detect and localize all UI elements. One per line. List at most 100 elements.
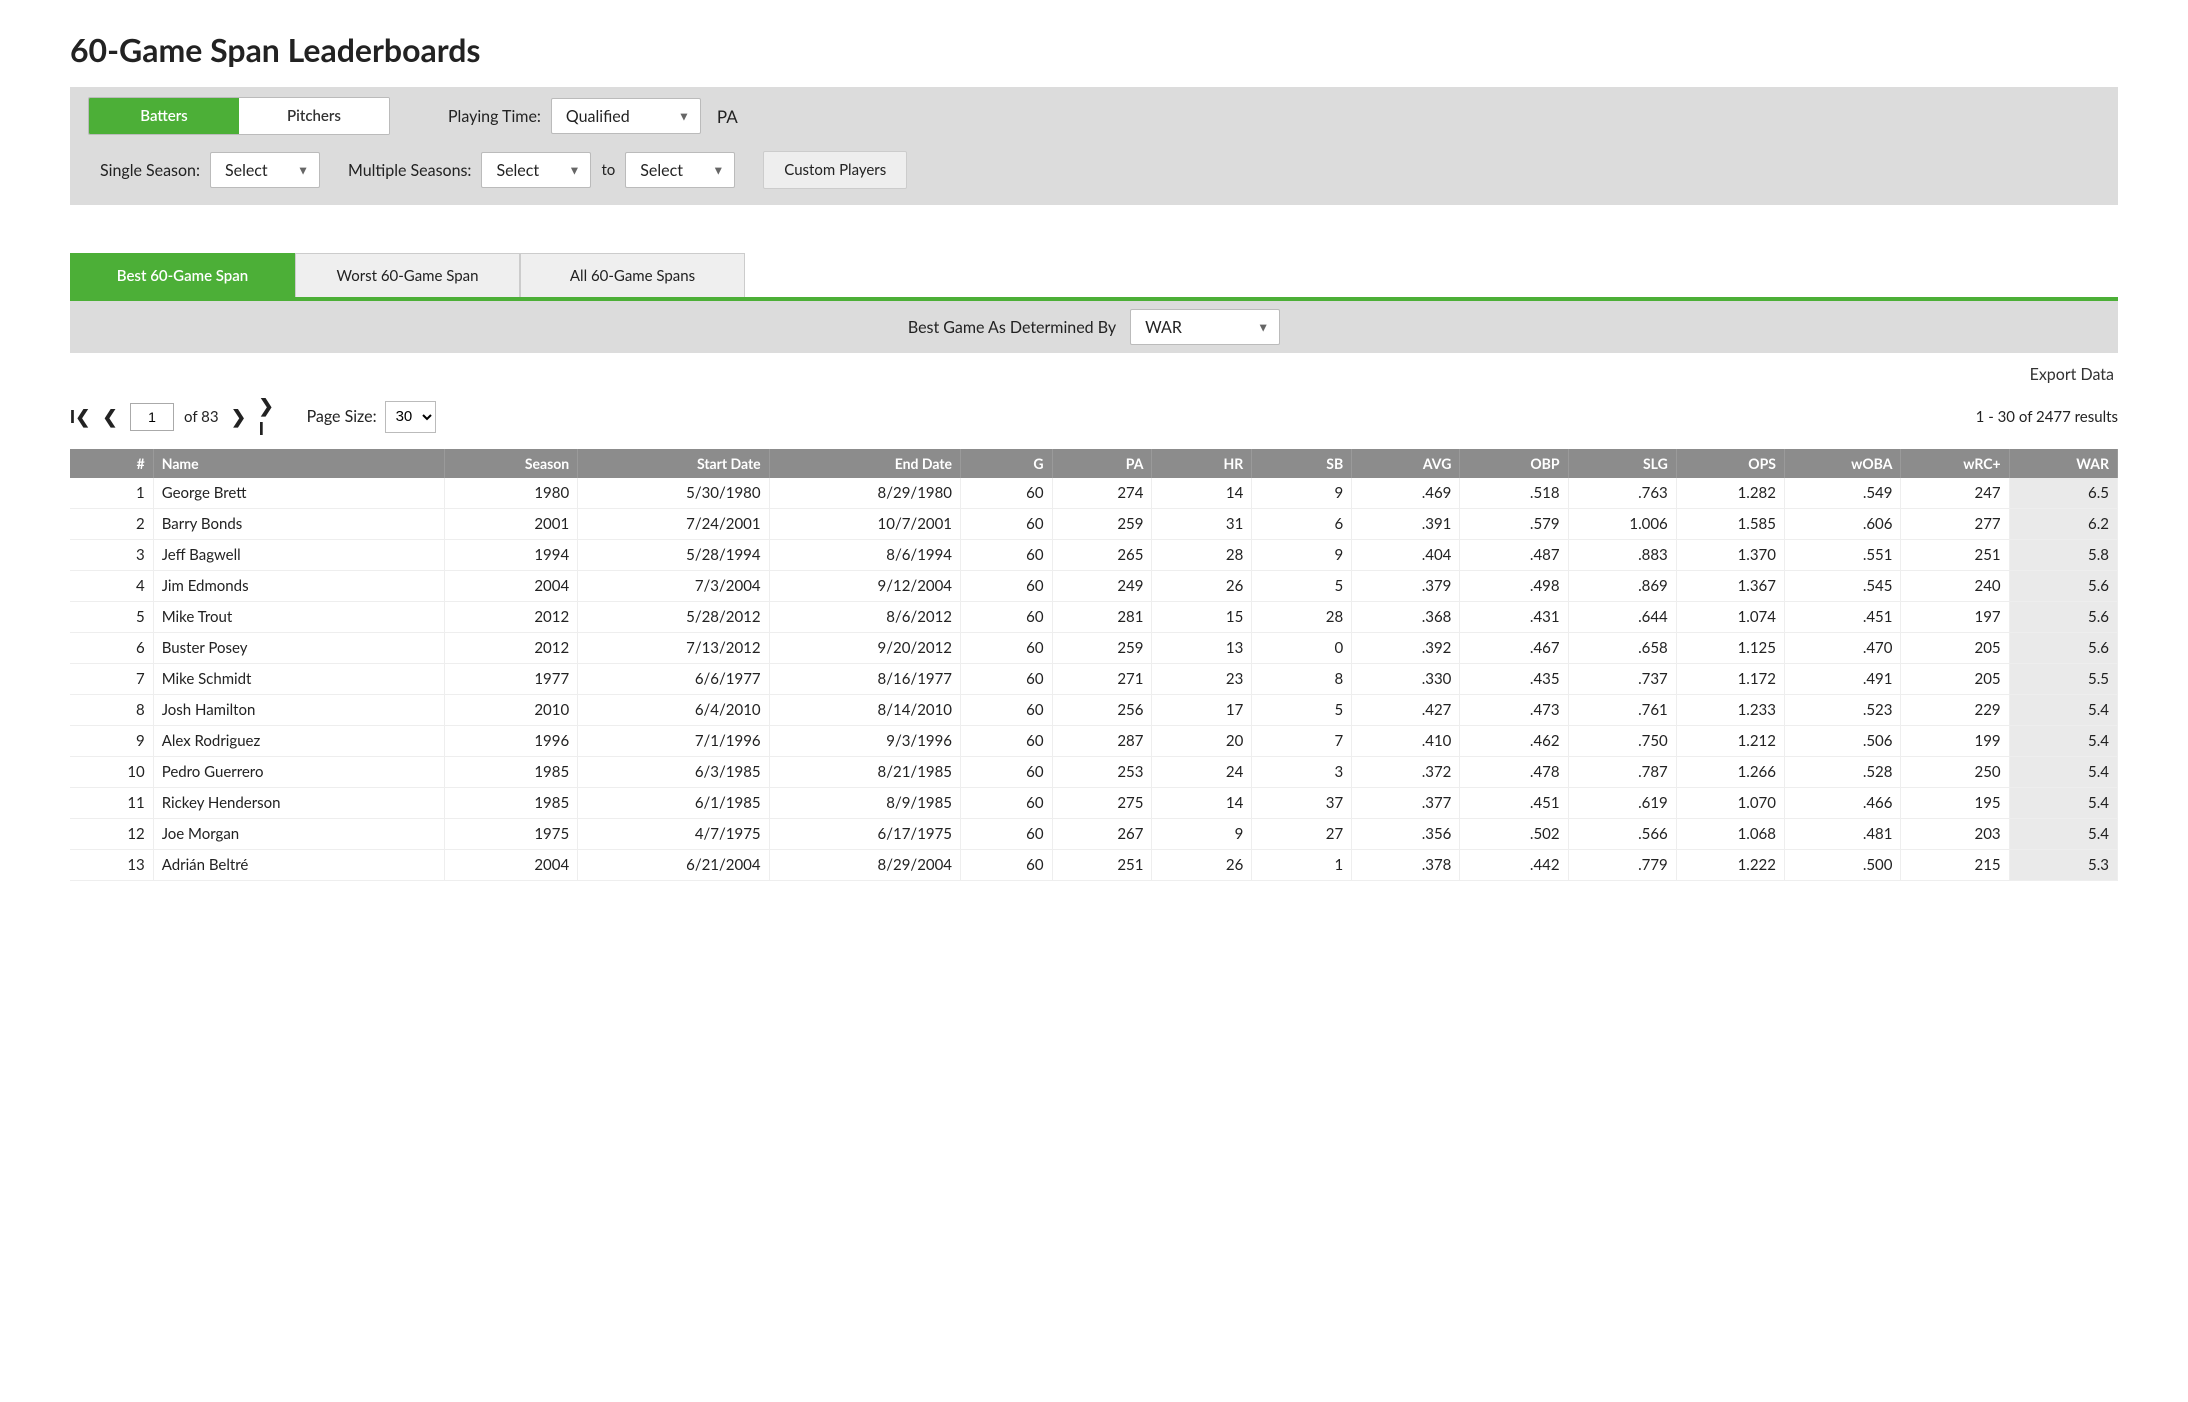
tab-best-span[interactable]: Best 60-Game Span <box>70 253 295 297</box>
multi-season-to-select[interactable]: Select ▼ <box>625 152 735 188</box>
cell-avg: .368 <box>1352 602 1460 633</box>
cell-name[interactable]: Alex Rodriguez <box>153 726 444 757</box>
single-season-select[interactable]: Select ▼ <box>210 152 320 188</box>
table-row: 11Rickey Henderson19856/1/19858/9/198560… <box>70 788 2118 819</box>
cell-start: 6/6/1977 <box>578 664 769 695</box>
page-number-input[interactable] <box>130 403 174 431</box>
cell-wrc: 215 <box>1901 850 2009 881</box>
cell-name[interactable]: Joe Morgan <box>153 819 444 850</box>
col-header-pa[interactable]: PA <box>1052 449 1152 478</box>
col-header-hr[interactable]: HR <box>1152 449 1252 478</box>
col-header-ops[interactable]: OPS <box>1676 449 1784 478</box>
cell-name[interactable]: Mike Schmidt <box>153 664 444 695</box>
cell-wrc: 251 <box>1901 540 2009 571</box>
tab-all-spans[interactable]: All 60-Game Spans <box>520 253 745 297</box>
cell-name[interactable]: Josh Hamilton <box>153 695 444 726</box>
col-header-season[interactable]: Season <box>445 449 578 478</box>
custom-players-button[interactable]: Custom Players <box>763 151 907 189</box>
col-header-war[interactable]: WAR <box>2009 449 2117 478</box>
cell-g: 60 <box>961 540 1053 571</box>
prev-page-icon[interactable]: ❮ <box>100 405 120 428</box>
table-row: 3Jeff Bagwell19945/28/19948/6/1994602652… <box>70 540 2118 571</box>
cell-name[interactable]: Pedro Guerrero <box>153 757 444 788</box>
cell-obp: .487 <box>1460 540 1568 571</box>
cell-num: 11 <box>70 788 153 819</box>
cell-name[interactable]: Jeff Bagwell <box>153 540 444 571</box>
col-header-avg[interactable]: AVG <box>1352 449 1460 478</box>
cell-sb: 7 <box>1252 726 1352 757</box>
cell-g: 60 <box>961 509 1053 540</box>
chevron-down-icon: ▼ <box>1257 320 1269 335</box>
cell-name[interactable]: Buster Posey <box>153 633 444 664</box>
cell-pa: 274 <box>1052 478 1152 509</box>
cell-hr: 13 <box>1152 633 1252 664</box>
cell-avg: .377 <box>1352 788 1460 819</box>
col-header-obp[interactable]: OBP <box>1460 449 1568 478</box>
export-data-link[interactable]: Export Data <box>2030 365 2114 384</box>
cell-woba: .470 <box>1784 633 1901 664</box>
col-header-name[interactable]: Name <box>153 449 444 478</box>
cell-ops: 1.074 <box>1676 602 1784 633</box>
cell-num: 1 <box>70 478 153 509</box>
cell-woba: .551 <box>1784 540 1901 571</box>
next-page-icon[interactable]: ❯ <box>229 405 249 428</box>
cell-name[interactable]: Adrián Beltré <box>153 850 444 881</box>
pitchers-toggle[interactable]: Pitchers <box>239 98 389 134</box>
cell-woba: .545 <box>1784 571 1901 602</box>
cell-avg: .404 <box>1352 540 1460 571</box>
col-header-wrc[interactable]: wRC+ <box>1901 449 2009 478</box>
cell-end: 8/29/1980 <box>769 478 960 509</box>
cell-slg: .787 <box>1568 757 1676 788</box>
cell-avg: .330 <box>1352 664 1460 695</box>
cell-name[interactable]: Rickey Henderson <box>153 788 444 819</box>
col-header-num[interactable]: # <box>70 449 153 478</box>
cell-name[interactable]: Jim Edmonds <box>153 571 444 602</box>
cell-obp: .451 <box>1460 788 1568 819</box>
cell-avg: .392 <box>1352 633 1460 664</box>
cell-name[interactable]: George Brett <box>153 478 444 509</box>
cell-end: 9/12/2004 <box>769 571 960 602</box>
cell-ops: 1.266 <box>1676 757 1784 788</box>
col-header-sb[interactable]: SB <box>1252 449 1352 478</box>
cell-sb: 27 <box>1252 819 1352 850</box>
cell-hr: 31 <box>1152 509 1252 540</box>
cell-slg: .763 <box>1568 478 1676 509</box>
cell-name[interactable]: Barry Bonds <box>153 509 444 540</box>
cell-hr: 17 <box>1152 695 1252 726</box>
results-count: 1 - 30 of 2477 results <box>1976 408 2118 426</box>
cell-ops: 1.172 <box>1676 664 1784 695</box>
cell-end: 8/16/1977 <box>769 664 960 695</box>
cell-hr: 23 <box>1152 664 1252 695</box>
cell-num: 8 <box>70 695 153 726</box>
last-page-icon[interactable]: ❯I <box>259 394 279 439</box>
cell-season: 1994 <box>445 540 578 571</box>
cell-wrc: 195 <box>1901 788 2009 819</box>
playing-time-select[interactable]: Qualified ▼ <box>551 98 701 134</box>
col-header-end[interactable]: End Date <box>769 449 960 478</box>
cell-name[interactable]: Mike Trout <box>153 602 444 633</box>
chevron-down-icon: ▼ <box>297 163 309 178</box>
col-header-woba[interactable]: wOBA <box>1784 449 1901 478</box>
cell-end: 8/14/2010 <box>769 695 960 726</box>
tab-worst-span[interactable]: Worst 60-Game Span <box>295 253 520 297</box>
cell-num: 3 <box>70 540 153 571</box>
determined-by-select[interactable]: WAR ▼ <box>1130 309 1280 345</box>
table-row: 13Adrián Beltré20046/21/20048/29/2004602… <box>70 850 2118 881</box>
cell-slg: .737 <box>1568 664 1676 695</box>
cell-start: 4/7/1975 <box>578 819 769 850</box>
cell-avg: .379 <box>1352 571 1460 602</box>
col-header-start[interactable]: Start Date <box>578 449 769 478</box>
of-pages-label: of 83 <box>184 408 219 426</box>
cell-end: 6/17/1975 <box>769 819 960 850</box>
cell-hr: 28 <box>1152 540 1252 571</box>
first-page-icon[interactable]: I❮ <box>70 405 90 428</box>
cell-obp: .442 <box>1460 850 1568 881</box>
cell-num: 10 <box>70 757 153 788</box>
col-header-g[interactable]: G <box>961 449 1053 478</box>
page-size-select[interactable]: 30 <box>385 401 436 433</box>
cell-war: 5.3 <box>2009 850 2117 881</box>
batters-toggle[interactable]: Batters <box>89 98 239 134</box>
col-header-slg[interactable]: SLG <box>1568 449 1676 478</box>
cell-obp: .431 <box>1460 602 1568 633</box>
multi-season-from-select[interactable]: Select ▼ <box>481 152 591 188</box>
